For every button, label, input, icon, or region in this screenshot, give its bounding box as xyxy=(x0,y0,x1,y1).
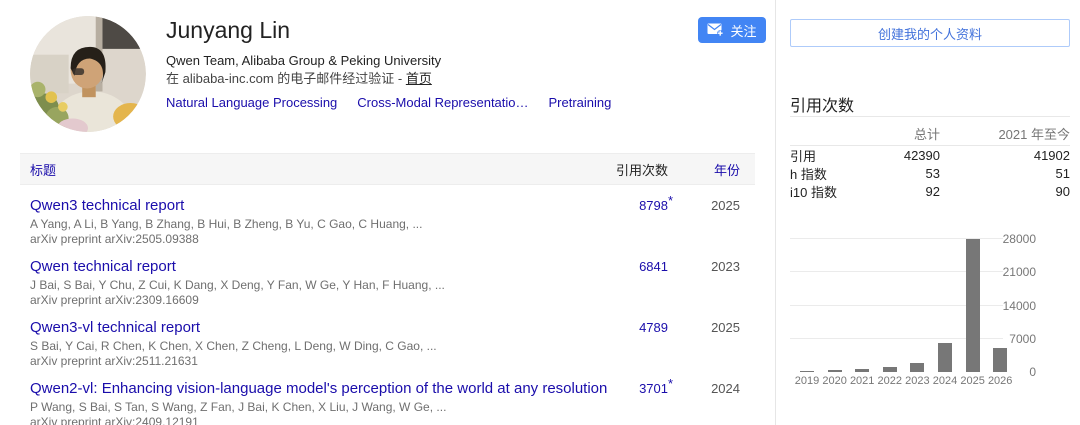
chart-ytick-label: 14000 xyxy=(976,299,1036,313)
article-cited-count: 3701 xyxy=(608,380,668,425)
article-row: Qwen3 technical report A Yang, A Li, B Y… xyxy=(20,185,755,246)
chart-ytick-label: 28000 xyxy=(976,232,1036,246)
stats-row-label: h 指数 xyxy=(790,164,880,183)
stats-row-label: i10 指数 xyxy=(790,182,880,201)
follow-button-label: 关注 xyxy=(730,21,756,40)
article-cited-count: 8798 xyxy=(608,197,668,246)
stats-row-i10index: i10 指数 92 90 xyxy=(790,182,1070,200)
article-main: Qwen3 technical report A Yang, A Li, B Y… xyxy=(20,197,608,246)
cited-by-header: 引用次数 xyxy=(608,160,668,179)
stats-col-since: 2021 年至今 xyxy=(955,124,1070,143)
article-year: 2024 xyxy=(680,380,755,425)
article-row: Qwen technical report J Bai, S Bai, Y Ch… xyxy=(20,246,755,307)
interest-link-pretraining[interactable]: Pretraining xyxy=(549,95,612,110)
cited-count-link[interactable]: 6841 xyxy=(639,259,668,274)
stats-value-since: 41902 xyxy=(955,148,1070,163)
article-year: 2025 xyxy=(680,319,755,368)
stats-value-all: 42390 xyxy=(880,148,955,163)
article-cited-count: 6841 xyxy=(608,258,668,307)
stats-row-label: 引用 xyxy=(790,146,880,165)
article-authors: S Bai, Y Cai, R Chen, K Chen, X Chen, Z … xyxy=(30,339,608,354)
scholar-profile-page: Junyang Lin Qwen Team, Alibaba Group & P… xyxy=(0,0,1080,425)
merged-citations-star[interactable]: * xyxy=(668,193,680,242)
sort-by-title-header[interactable]: 标题 xyxy=(20,160,608,179)
articles-table-header: 标题 引用次数 年份 xyxy=(20,153,755,185)
article-authors: P Wang, S Bai, S Tan, S Wang, Z Fan, J B… xyxy=(30,400,608,415)
profile-affiliation: Qwen Team, Alibaba Group & Peking Univer… xyxy=(166,52,631,69)
article-authors: J Bai, S Bai, Y Chu, Z Cui, K Dang, X De… xyxy=(30,278,608,293)
interest-link-crossmodal[interactable]: Cross-Modal Representatio… xyxy=(357,95,528,110)
article-year: 2023 xyxy=(680,258,755,307)
merged-citations-star xyxy=(668,254,680,303)
article-title-link[interactable]: Qwen3 technical report xyxy=(30,197,608,214)
article-venue: arXiv preprint arXiv:2309.16609 xyxy=(30,293,608,307)
article-year: 2025 xyxy=(680,197,755,246)
chart-bar-2022[interactable] xyxy=(883,367,897,372)
article-main: Qwen3-vl technical report S Bai, Y Cai, … xyxy=(20,319,608,368)
articles-table: 标题 引用次数 年份 Qwen3 technical report A Yang… xyxy=(20,153,755,425)
profile-photo[interactable] xyxy=(30,16,146,132)
chart-bar-2019[interactable] xyxy=(800,371,814,372)
article-cited-count: 4789 xyxy=(608,319,668,368)
stats-value-all: 53 xyxy=(880,166,955,181)
article-venue: arXiv preprint arXiv:2409.12191 xyxy=(30,415,608,425)
cited-count-link[interactable]: 4789 xyxy=(639,320,668,335)
sort-by-year-header[interactable]: 年份 xyxy=(680,160,755,179)
envelope-plus-icon xyxy=(707,23,724,37)
interests-list: Natural Language Processing Cross-Modal R… xyxy=(166,94,631,111)
article-title-link[interactable]: Qwen2-vl: Enhancing vision-language mode… xyxy=(30,380,608,397)
stats-header-row: 总计 2021 年至今 xyxy=(790,122,1070,146)
profile-photo-image xyxy=(30,16,146,132)
chart-bar-2020[interactable] xyxy=(828,370,842,372)
cited-count-link[interactable]: 3701 xyxy=(639,381,668,396)
sidebar: 创建我的个人资料 引用次数 总计 2021 年至今 引用 42390 41902… xyxy=(790,0,1070,425)
verified-email-line: 在 alibaba-inc.com 的电子邮件经过验证 - 首页 xyxy=(166,70,631,87)
article-row: Qwen3-vl technical report S Bai, Y Cai, … xyxy=(20,307,755,368)
stats-row-citations: 引用 42390 41902 xyxy=(790,146,1070,164)
cited-count-link[interactable]: 8798 xyxy=(639,198,668,213)
homepage-link[interactable]: 首页 xyxy=(406,71,432,86)
citations-chart-plot xyxy=(790,239,1003,372)
article-title-link[interactable]: Qwen3-vl technical report xyxy=(30,319,608,336)
chart-ytick-label: 21000 xyxy=(976,265,1036,279)
article-title-link[interactable]: Qwen technical report xyxy=(30,258,608,275)
article-authors: A Yang, A Li, B Yang, B Zhang, B Hui, B … xyxy=(30,217,608,232)
chart-ytick-label: 7000 xyxy=(976,332,1036,346)
merged-citations-star[interactable]: * xyxy=(668,376,680,425)
stats-row-hindex: h 指数 53 51 xyxy=(790,164,1070,182)
article-main: Qwen technical report J Bai, S Bai, Y Ch… xyxy=(20,258,608,307)
interest-link-nlp[interactable]: Natural Language Processing xyxy=(166,95,337,110)
profile-info: Junyang Lin Qwen Team, Alibaba Group & P… xyxy=(166,17,631,111)
chart-bar-2021[interactable] xyxy=(855,369,869,372)
chart-bar-2023[interactable] xyxy=(910,363,924,372)
citations-per-year-chart: 0700014000210002800020192020202120222023… xyxy=(790,239,1070,391)
merged-citations-star xyxy=(668,315,680,364)
stats-value-all: 92 xyxy=(880,184,955,199)
follow-button[interactable]: 关注 xyxy=(698,17,766,43)
verified-email-text: 在 alibaba-inc.com 的电子邮件经过验证 - xyxy=(166,71,406,86)
sidebar-divider-line xyxy=(790,116,1070,117)
article-venue: arXiv preprint arXiv:2511.21631 xyxy=(30,354,608,368)
profile-name: Junyang Lin xyxy=(166,17,631,43)
citation-stats-table: 总计 2021 年至今 引用 42390 41902 h 指数 53 51 i1… xyxy=(790,122,1070,200)
article-venue: arXiv preprint arXiv:2505.09388 xyxy=(30,232,608,246)
article-row: Qwen2-vl: Enhancing vision-language mode… xyxy=(20,368,755,425)
stats-value-since: 51 xyxy=(955,166,1070,181)
chart-bar-2024[interactable] xyxy=(938,343,952,372)
content-sidebar-divider xyxy=(775,0,776,425)
article-main: Qwen2-vl: Enhancing vision-language mode… xyxy=(20,380,608,425)
stats-value-since: 90 xyxy=(955,184,1070,199)
cited-by-heading: 引用次数 xyxy=(790,92,854,116)
stats-col-all: 总计 xyxy=(880,124,955,143)
create-profile-button[interactable]: 创建我的个人资料 xyxy=(790,19,1070,47)
chart-xtick-label: 2026 xyxy=(980,375,1020,387)
